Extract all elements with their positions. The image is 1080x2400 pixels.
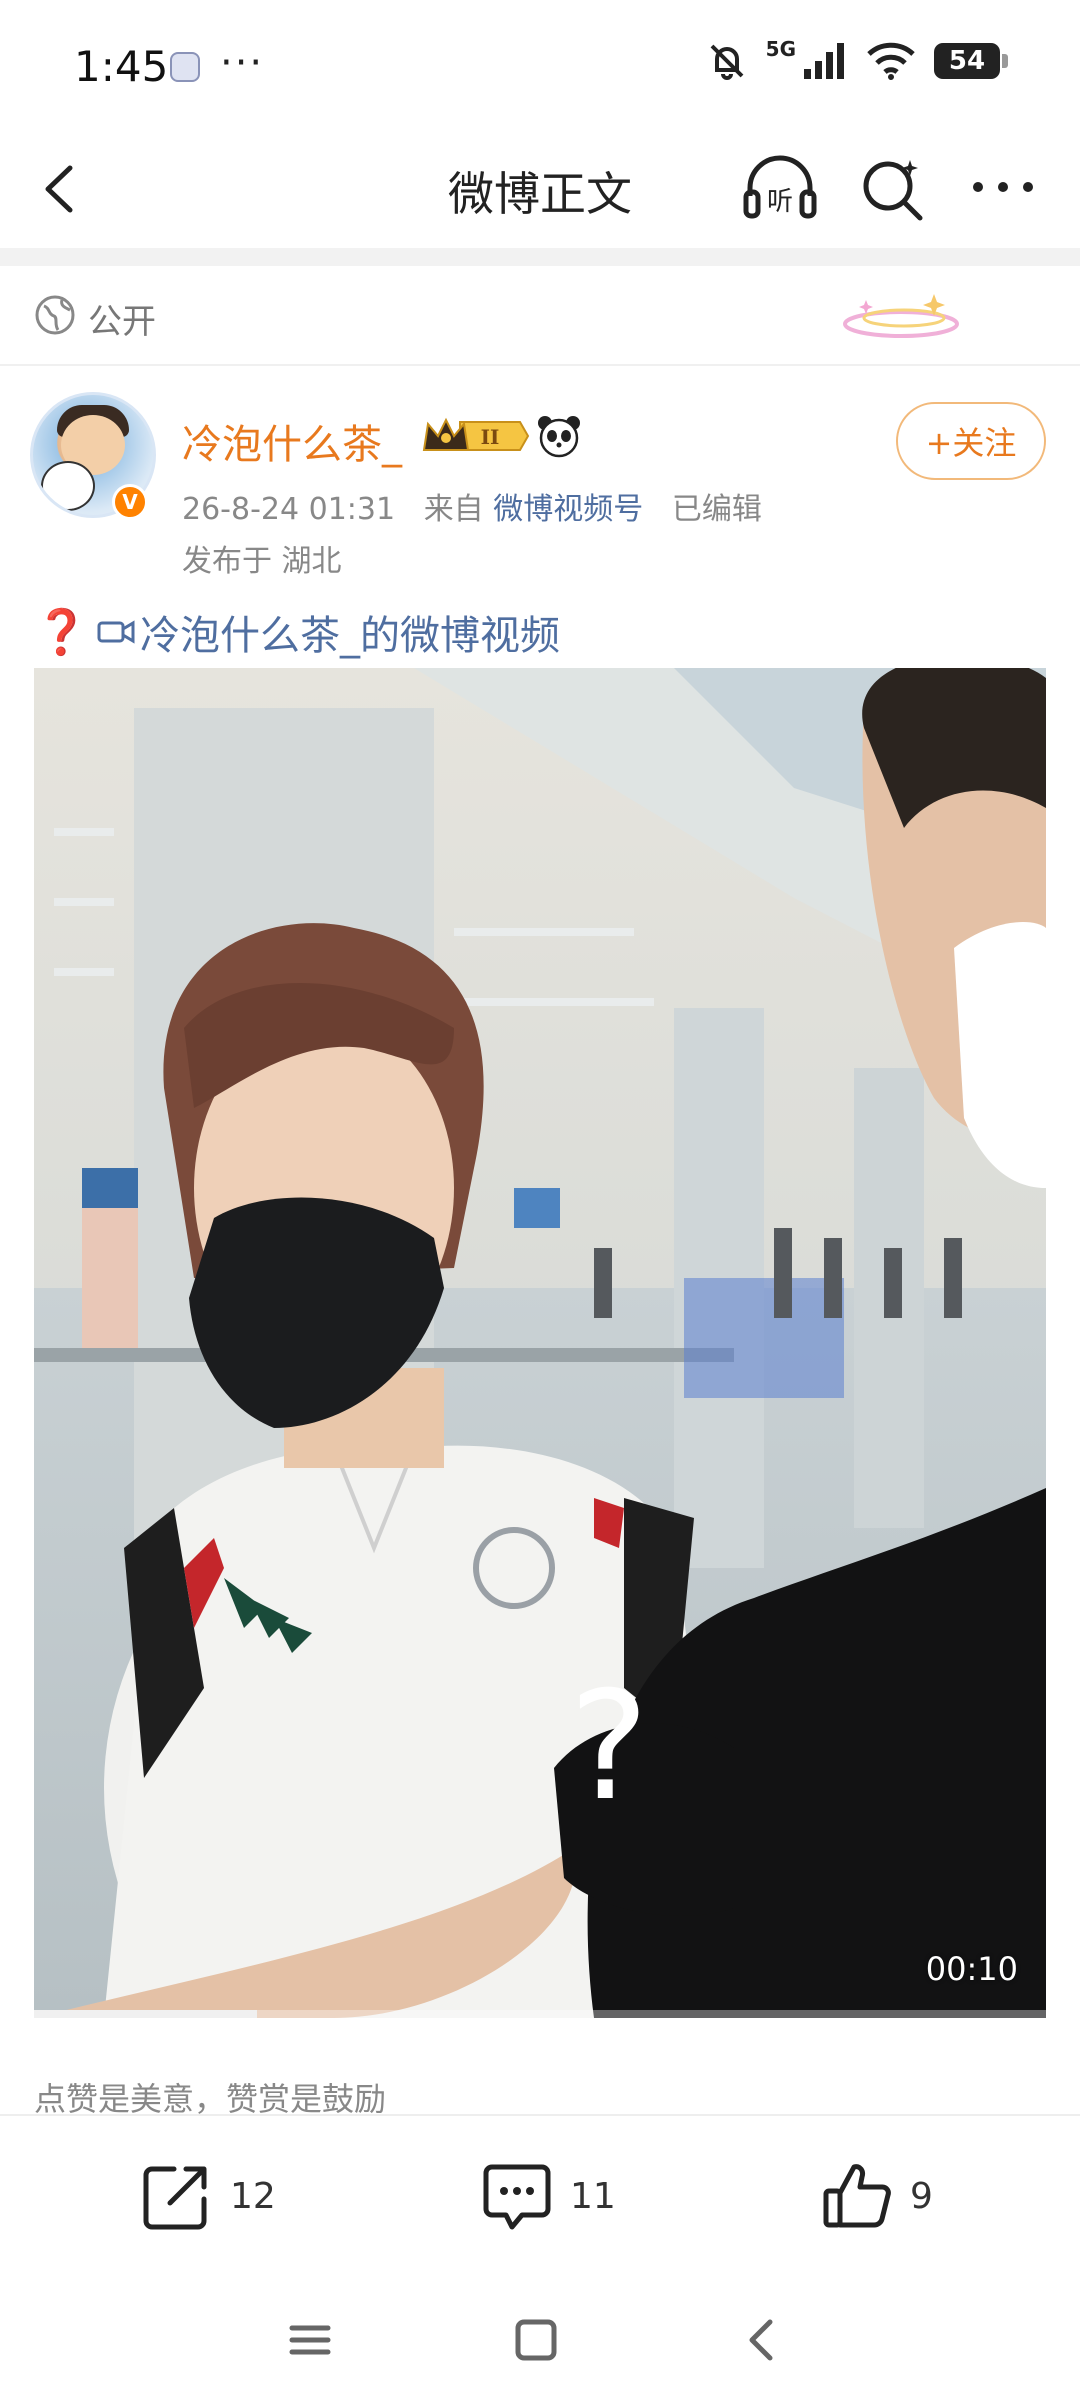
repost-button[interactable]: 12 (140, 2156, 276, 2236)
signal-icon (804, 43, 844, 79)
vip-crown-badge-icon: II (422, 417, 530, 451)
listen-icon[interactable]: 听 (740, 152, 820, 228)
video-player[interactable]: ? 00:10 (34, 668, 1046, 2018)
source-prefix: 来自 (423, 492, 484, 527)
system-nav-bar (0, 2276, 1080, 2400)
edited-label[interactable]: 已编辑 (672, 492, 762, 527)
status-time: 1:45 (74, 42, 169, 91)
video-progress-fill (34, 2010, 257, 2018)
thumbs-up-icon (823, 2164, 891, 2228)
comment-button[interactable]: 11 (480, 2156, 616, 2236)
video-duration: 00:10 (925, 1950, 1018, 1988)
wifi-icon (867, 42, 915, 80)
video-camera-icon (97, 620, 135, 644)
post-source-link[interactable]: 微博视频号 (493, 492, 643, 527)
verified-badge-icon: V (112, 484, 148, 520)
comment-count: 11 (570, 2175, 616, 2217)
video-title-link[interactable]: 冷泡什么茶_的微博视频 (140, 603, 560, 661)
repost-icon (143, 2166, 207, 2230)
menu-icon[interactable] (280, 2312, 340, 2368)
status-icons: 5G 54 (706, 37, 1008, 82)
header-divider (0, 248, 1080, 266)
more-icon[interactable] (968, 172, 1038, 202)
like-button[interactable]: 9 (820, 2156, 933, 2236)
status-bar: 1:45 ··· 5G 54 (0, 0, 1080, 130)
post-timestamp: 26-8-24 01:31 (182, 492, 396, 527)
visibility-label: 公开 (88, 302, 156, 342)
svg-text:听: 听 (767, 187, 793, 217)
video-progress-bar[interactable] (34, 2010, 1046, 2018)
question-emoji: ❓ (34, 607, 89, 658)
battery-level: 54 (948, 46, 986, 76)
action-bar: 12 11 9 (0, 2116, 1080, 2276)
repost-count: 12 (230, 2175, 276, 2217)
home-square-icon[interactable] (506, 2312, 566, 2368)
vip-level-text: II (481, 425, 500, 449)
post-meta: 26-8-24 01:31 来自 微博视频号 已编辑 (182, 484, 762, 528)
video-frame: ? (34, 668, 1046, 2018)
post-text: ❓ 冷泡什么茶_的微博视频 (34, 604, 560, 660)
follow-button[interactable]: +关注 (896, 402, 1046, 480)
system-back-icon[interactable] (732, 2312, 792, 2368)
comment-icon (483, 2164, 551, 2230)
battery-icon: 54 (934, 43, 1008, 79)
username[interactable]: 冷泡什么茶_ (182, 412, 402, 470)
status-more-indicator: ··· (220, 40, 265, 86)
post-location: 发布于 湖北 (182, 544, 342, 579)
search-icon[interactable] (858, 154, 928, 224)
visibility-row: 公开 (0, 266, 1080, 366)
like-count: 9 (910, 2175, 933, 2217)
network-type-label: 5G (765, 37, 796, 61)
mute-bell-icon (710, 44, 744, 80)
globe-icon (35, 295, 75, 335)
video-question-overlay: ? (569, 1660, 649, 1834)
sparkle-decoration-icon (843, 294, 959, 338)
top-nav-bar: 微博正文 听 (0, 130, 1080, 248)
weather-app-icon (170, 52, 200, 82)
panda-icon (538, 416, 580, 458)
